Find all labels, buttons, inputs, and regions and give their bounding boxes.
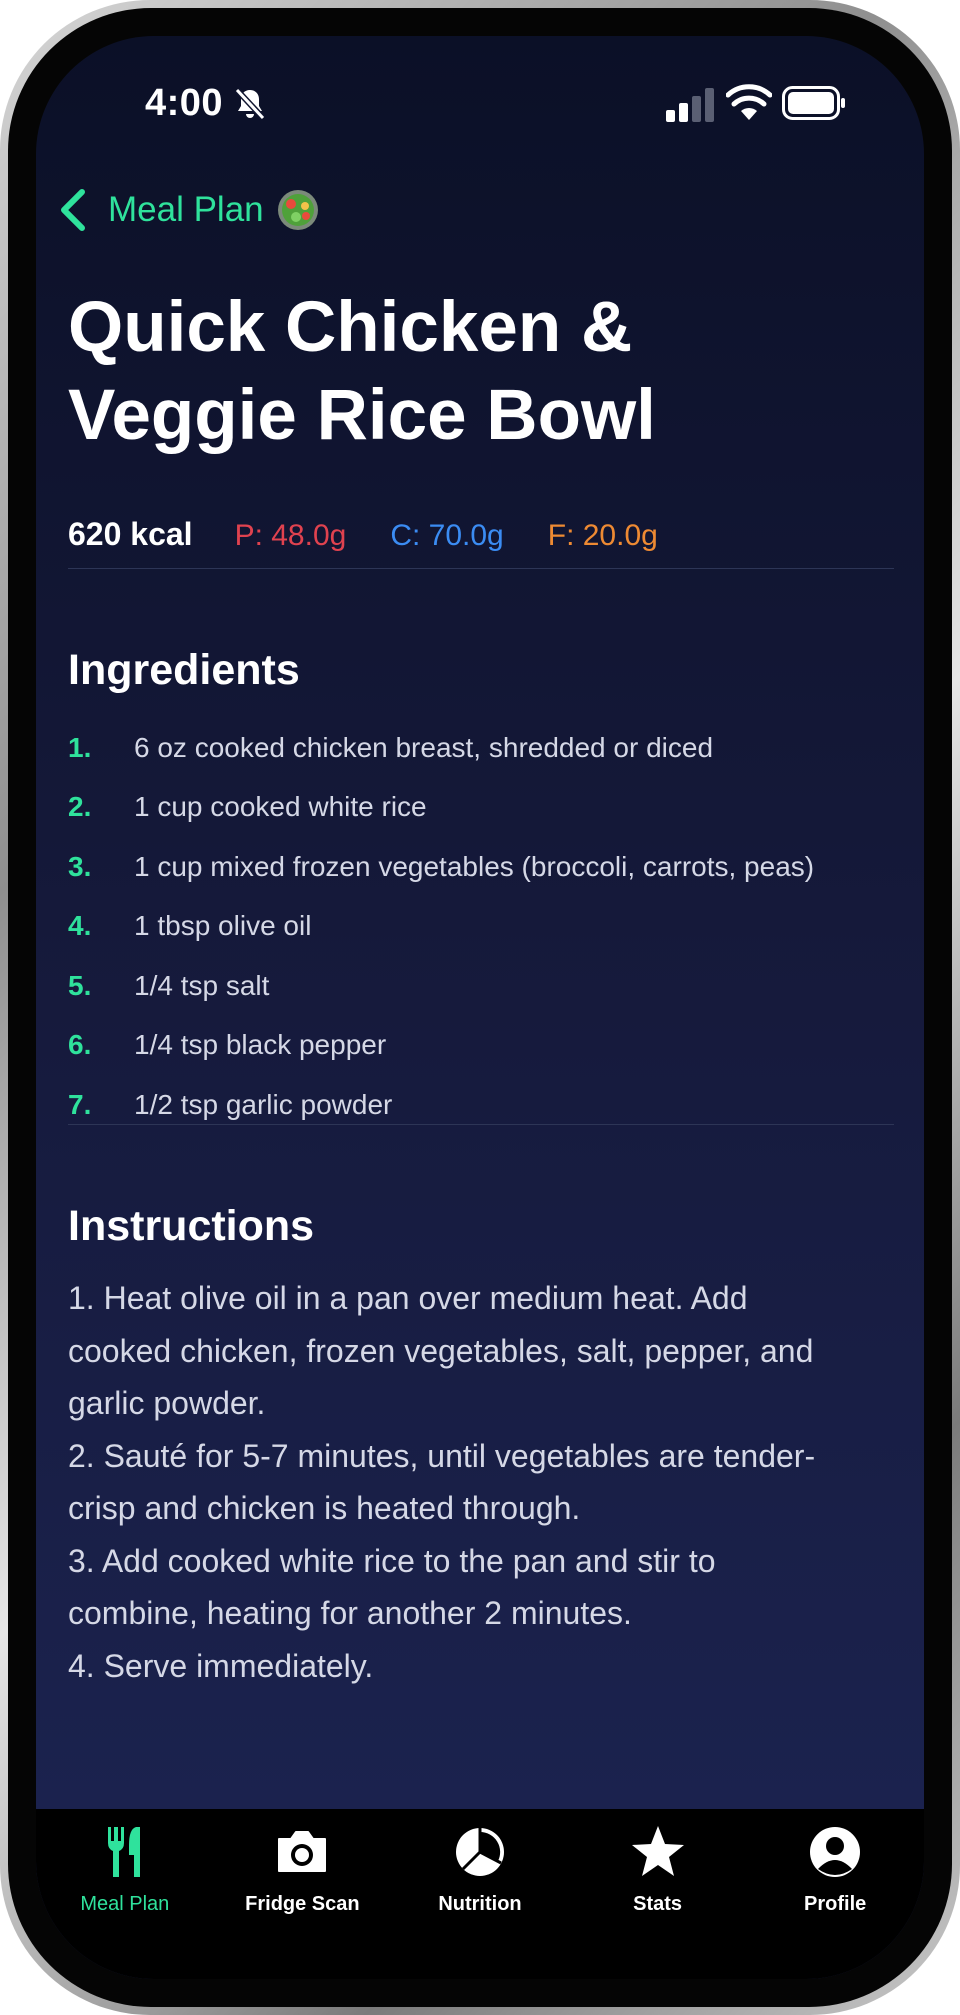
tab-label: Meal Plan: [80, 1893, 170, 1915]
back-button[interactable]: Meal Plan: [56, 182, 320, 238]
macro-summary: 620 kcal P: 48.0g C: 70.0g F: 20.0g: [68, 516, 658, 560]
person-circle-icon: [810, 1827, 861, 1877]
salad-emoji-icon: [277, 190, 318, 230]
tab-stats[interactable]: Stats: [569, 1809, 747, 1979]
ingredient-text: 1/2 tsp garlic powder: [134, 1088, 393, 1120]
ingredient-text: 1 cup cooked white rice: [134, 791, 427, 823]
ingredient-text: 1/4 tsp black pepper: [134, 1029, 387, 1061]
instruction-line: combine, heating for another 2 minutes.: [68, 1595, 632, 1631]
divider: [68, 1124, 894, 1125]
chevron-left-icon: [61, 189, 85, 231]
tab-label: Fridge Scan: [245, 1893, 360, 1915]
ingredient-number: 4.: [68, 910, 92, 942]
ingredient-item: 4. 1 tbsp olive oil: [68, 897, 908, 957]
ingredient-number: 6.: [68, 1029, 92, 1061]
status-time: 4:00: [145, 82, 224, 124]
ingredient-item: 1. 6 oz cooked chicken breast, shredded …: [68, 718, 908, 778]
ingredient-text: 1 cup mixed frozen vegetables (broccoli,…: [134, 850, 815, 882]
camera-icon: [278, 1831, 327, 1872]
instruction-line: cooked chicken, frozen vegetables, salt,…: [68, 1332, 814, 1369]
instructions-heading: Instructions: [68, 1202, 315, 1250]
wifi-icon: [726, 84, 772, 120]
ingredient-number: 3.: [68, 850, 92, 882]
tab-nutrition[interactable]: Nutrition: [391, 1809, 569, 1979]
calories-value: 620 kcal: [68, 516, 193, 552]
star-icon: [631, 1826, 684, 1876]
instruction-line: 1. Heat olive oil in a pan over medium h…: [68, 1280, 748, 1316]
fat-value: F: 20.0g: [547, 519, 658, 552]
app-screen: 4:00 Meal Plan Quick Chicken & Veggie Ri…: [36, 36, 924, 1979]
cellular-signal-icon: [666, 88, 714, 122]
ingredient-item: 7. 1/2 tsp garlic powder: [68, 1075, 908, 1135]
ingredient-text: 6 oz cooked chicken breast, shredded or …: [134, 731, 714, 763]
tab-label: Profile: [804, 1893, 867, 1915]
battery-icon: [782, 86, 845, 120]
instructions-text: 1. Heat olive oil in a pan over medium h…: [68, 1272, 898, 1692]
divider: [68, 568, 894, 569]
ingredient-item: 6. 1/4 tsp black pepper: [68, 1016, 908, 1076]
protein-value: P: 48.0g: [234, 519, 347, 552]
bell-slash-icon: [234, 87, 266, 121]
tab-label: Stats: [633, 1893, 683, 1915]
ingredients-heading: Ingredients: [68, 646, 300, 694]
ingredient-number: 2.: [68, 791, 92, 823]
ingredient-number: 5.: [68, 969, 92, 1001]
ingredient-text: 1 tbsp olive oil: [134, 910, 312, 942]
instruction-line: 3. Add cooked white rice to the pan and …: [68, 1542, 716, 1579]
ingredients-list: 1. 6 oz cooked chicken breast, shredded …: [68, 718, 908, 1135]
tab-profile[interactable]: Profile: [746, 1809, 924, 1979]
tab-bar: Meal Plan Fridge Scan Nutrition Stats Pr…: [36, 1809, 924, 1979]
fork-knife-icon: [107, 1827, 140, 1877]
ingredient-item: 2. 1 cup cooked white rice: [68, 778, 908, 838]
instruction-line: 4. Serve immediately.: [68, 1647, 374, 1684]
ingredient-item: 3. 1 cup mixed frozen vegetables (brocco…: [68, 837, 908, 897]
carbs-value: C: 70.0g: [390, 519, 504, 552]
tab-fridge-scan[interactable]: Fridge Scan: [214, 1809, 392, 1979]
instruction-line: garlic powder.: [68, 1385, 266, 1421]
ingredient-text: 1/4 tsp salt: [134, 969, 270, 1001]
tab-meal-plan[interactable]: Meal Plan: [36, 1809, 214, 1979]
back-label: Meal Plan: [108, 190, 264, 229]
tab-label: Nutrition: [438, 1893, 522, 1915]
instruction-line: 2. Sauté for 5-7 minutes, until vegetabl…: [68, 1437, 816, 1474]
pie-chart-icon: [455, 1828, 504, 1876]
recipe-title: Quick Chicken & Veggie Rice Bowl: [68, 288, 656, 455]
instruction-line: crisp and chicken is heated through.: [68, 1490, 581, 1526]
ingredient-number: 1.: [68, 731, 92, 763]
ingredient-number: 7.: [68, 1088, 92, 1120]
ingredient-item: 5. 1/4 tsp salt: [68, 956, 908, 1016]
